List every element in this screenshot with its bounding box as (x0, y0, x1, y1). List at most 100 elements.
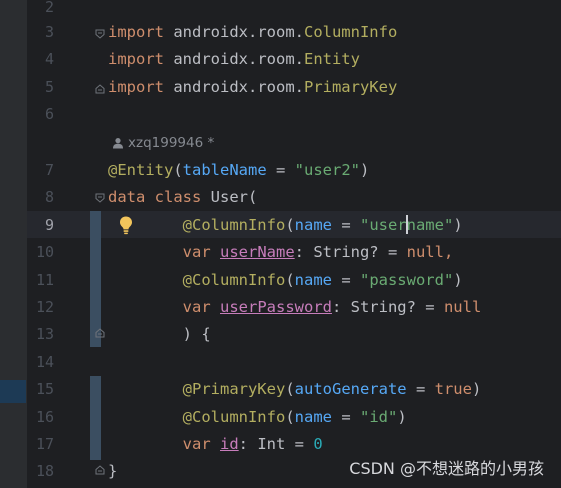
line-number[interactable]: 6 (26, 101, 54, 128)
line-number[interactable]: 7 (26, 157, 54, 184)
code-token: androidx.room. (164, 77, 304, 96)
code-text[interactable]: import androidx.room.ColumnInfo (108, 19, 397, 46)
code-token: null (406, 243, 444, 262)
code-line[interactable]: 5 import androidx.room.PrimaryKey (0, 74, 561, 101)
line-number[interactable]: 2 (26, 0, 54, 21)
user-icon (113, 138, 123, 149)
line-number[interactable]: 18 (26, 458, 54, 485)
code-text[interactable]: var id: Int = 0 (108, 431, 323, 458)
code-line[interactable]: 11 @ColumnInfo(name = "password") (0, 267, 561, 294)
code-editor[interactable]: 2 3 import androidx.room.ColumnInfo 4 import… (0, 0, 561, 488)
code-line[interactable]: 17 var id: Int = 0 (0, 431, 561, 458)
code-token: PrimaryKey (303, 77, 398, 96)
code-text[interactable]: @ColumnInfo(name = "password") (108, 267, 463, 294)
code-line[interactable]: 8 data class User( (0, 184, 561, 211)
code-line[interactable]: 10 var userName: String? = null, (0, 239, 561, 266)
line-number[interactable]: 9 (26, 212, 54, 239)
code-line[interactable]: 12 var userPassword: String? = null (0, 294, 561, 321)
code-token: userName (220, 243, 295, 262)
code-text[interactable]: } (108, 458, 117, 485)
line-number[interactable]: 3 (26, 19, 54, 46)
fold-marker-icon[interactable] (95, 29, 105, 39)
line-number[interactable]: 14 (26, 349, 54, 376)
code-token: true (434, 380, 472, 399)
code-token: ColumnInfo (303, 23, 398, 41)
code-line[interactable]: 16 @ColumnInfo(name = "id") (0, 404, 561, 431)
code-token: ) (453, 215, 463, 234)
code-line[interactable]: 7 @Entity(tableName = "user2") (0, 157, 561, 184)
code-text[interactable]: @ColumnInfo(name = "id") (108, 404, 407, 431)
code-token: "user2" (294, 161, 360, 179)
code-token: data class (108, 188, 202, 207)
code-token: User( (201, 188, 258, 207)
code-token: "password" (359, 270, 454, 289)
fold-marker-icon[interactable] (95, 193, 105, 203)
watermark: CSDN @不想迷路的小男孩 (349, 459, 544, 478)
code-token: var (182, 243, 211, 262)
code-token: import (108, 50, 164, 69)
line-number[interactable]: 17 (26, 431, 54, 458)
code-token: 0 (313, 435, 323, 453)
code-text[interactable]: ) { (108, 321, 211, 348)
line-number[interactable]: 5 (26, 74, 54, 101)
code-token: } (108, 462, 118, 481)
code-token: = (331, 407, 360, 426)
code-token: ) (360, 161, 370, 179)
code-line[interactable]: 4 import androidx.room.Entity (0, 46, 561, 73)
code-line[interactable]: 13 ) { (0, 321, 561, 348)
code-line[interactable]: 15 @PrimaryKey(autoGenerate = true) (0, 376, 561, 403)
line-number[interactable]: 11 (26, 267, 54, 294)
code-token: = (331, 215, 360, 234)
line-number[interactable]: 13 (26, 321, 54, 348)
code-token: , (443, 243, 454, 262)
code-line[interactable]: 6 (0, 101, 561, 128)
code-line[interactable]: 3 import androidx.room.ColumnInfo (0, 19, 561, 46)
code-token: ) (453, 270, 463, 289)
line-number[interactable]: 8 (26, 184, 54, 211)
text-caret (406, 215, 408, 234)
code-token: = (406, 380, 435, 399)
line-number[interactable]: 16 (26, 404, 54, 431)
fold-marker-icon[interactable] (95, 328, 105, 338)
code-text[interactable]: @ColumnInfo(name = "username") (108, 212, 463, 239)
code-token: import (108, 23, 164, 41)
code-text[interactable]: import androidx.room.PrimaryKey (108, 74, 397, 101)
code-token: ) (397, 407, 407, 426)
code-text[interactable]: import androidx.room.Entity (108, 46, 360, 73)
code-author-hint[interactable]: xzq199946 * (112, 131, 214, 155)
code-token: androidx.room. (164, 50, 304, 69)
lightbulb-icon[interactable] (117, 215, 135, 235)
code-line[interactable]: 9 @ColumnInfo(name = "username") (0, 212, 561, 239)
line-number[interactable]: 15 (26, 376, 54, 403)
line-number[interactable]: 4 (26, 46, 54, 73)
code-token: : String? = (331, 298, 444, 316)
fold-marker-icon[interactable] (95, 84, 105, 94)
code-token: autoGenerate (294, 380, 407, 399)
code-text[interactable]: data class User( (108, 184, 257, 211)
code-text[interactable]: @Entity(tableName = "user2") (108, 157, 369, 184)
code-token: null (443, 298, 482, 316)
code-token: ( (173, 161, 183, 179)
code-text[interactable]: var userPassword: String? = null (108, 294, 482, 321)
code-token: import (108, 77, 164, 96)
code-token: name (294, 407, 332, 426)
code-token: name (294, 270, 332, 289)
fold-marker-icon[interactable] (95, 465, 105, 475)
line-number[interactable]: 12 (26, 294, 54, 321)
code-text[interactable]: @PrimaryKey(autoGenerate = true) (108, 376, 482, 403)
code-token: : String? = (294, 243, 407, 262)
code-token: @ColumnInfo (182, 215, 286, 234)
code-token: tableName (182, 161, 267, 179)
code-text[interactable]: var userName: String? = null, (108, 239, 454, 266)
code-line[interactable]: 14 (0, 349, 561, 376)
code-line[interactable]: 2 (0, 0, 561, 21)
code-token: "id" (359, 407, 398, 426)
code-token: : Int = (238, 435, 314, 453)
line-number[interactable]: 10 (26, 239, 54, 266)
